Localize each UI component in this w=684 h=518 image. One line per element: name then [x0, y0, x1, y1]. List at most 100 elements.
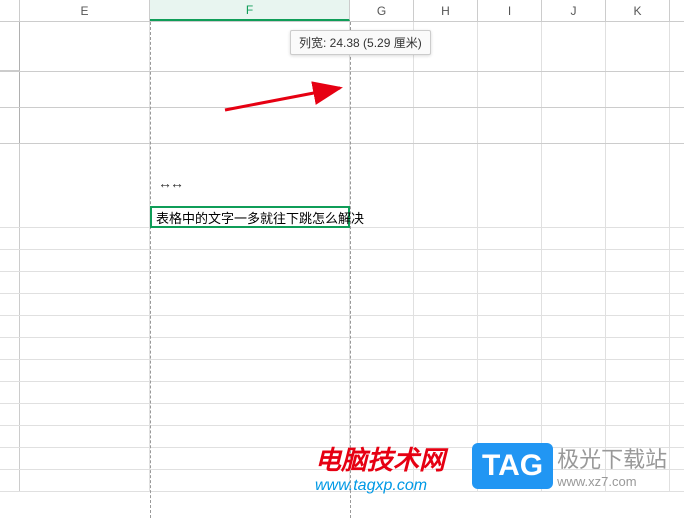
cell[interactable] — [150, 316, 350, 337]
cell[interactable] — [350, 404, 414, 425]
cell[interactable] — [350, 250, 414, 271]
cell[interactable] — [606, 404, 670, 425]
row-number[interactable] — [0, 228, 20, 249]
cell[interactable] — [20, 144, 150, 227]
row-number[interactable] — [0, 72, 20, 107]
cell[interactable] — [478, 250, 542, 271]
cell[interactable] — [478, 144, 542, 227]
cell[interactable] — [542, 108, 606, 143]
cell[interactable] — [414, 272, 478, 293]
cell[interactable] — [606, 22, 670, 71]
cell[interactable] — [150, 360, 350, 381]
cell[interactable] — [20, 228, 150, 249]
cell[interactable] — [20, 316, 150, 337]
cell[interactable] — [542, 272, 606, 293]
cell[interactable] — [350, 228, 414, 249]
col-header-K[interactable]: K — [606, 0, 670, 21]
row-number[interactable] — [0, 22, 20, 71]
col-header-F[interactable]: F — [150, 0, 350, 21]
cell[interactable] — [150, 228, 350, 249]
row-number[interactable] — [0, 144, 20, 227]
cell[interactable] — [478, 294, 542, 315]
cell[interactable] — [542, 360, 606, 381]
cell[interactable] — [478, 108, 542, 143]
corner-cell[interactable] — [0, 0, 20, 21]
row-number[interactable] — [0, 250, 20, 271]
active-cell[interactable]: 表格中的文字一多就往下跳怎么解决 — [150, 206, 350, 228]
cell[interactable] — [20, 404, 150, 425]
cell[interactable] — [542, 338, 606, 359]
row-number[interactable] — [0, 316, 20, 337]
cell[interactable] — [606, 294, 670, 315]
cell[interactable] — [606, 338, 670, 359]
cell[interactable] — [150, 382, 350, 403]
cell[interactable] — [20, 426, 150, 447]
cell[interactable] — [542, 228, 606, 249]
row-number[interactable] — [0, 382, 20, 403]
cell[interactable] — [150, 250, 350, 271]
cell[interactable] — [414, 72, 478, 107]
cell[interactable] — [414, 294, 478, 315]
cell[interactable] — [350, 72, 414, 107]
col-header-I[interactable]: I — [478, 0, 542, 21]
cell[interactable] — [20, 382, 150, 403]
cell[interactable] — [542, 72, 606, 107]
row-number[interactable] — [0, 338, 20, 359]
row-number[interactable] — [0, 426, 20, 447]
cell[interactable] — [542, 144, 606, 227]
col-header-H[interactable]: H — [414, 0, 478, 21]
cell[interactable] — [542, 382, 606, 403]
cell[interactable] — [20, 72, 150, 107]
cell[interactable] — [20, 294, 150, 315]
cell[interactable] — [478, 360, 542, 381]
cell[interactable] — [20, 470, 150, 491]
cell[interactable] — [542, 22, 606, 71]
cell[interactable] — [414, 360, 478, 381]
row-number[interactable] — [0, 404, 20, 425]
cell[interactable] — [20, 250, 150, 271]
row-number[interactable] — [0, 272, 20, 293]
cell[interactable] — [414, 250, 478, 271]
cell[interactable] — [542, 404, 606, 425]
cell[interactable] — [606, 72, 670, 107]
cell[interactable] — [150, 404, 350, 425]
cell[interactable] — [606, 108, 670, 143]
cell[interactable] — [478, 72, 542, 107]
row-number[interactable] — [0, 294, 20, 315]
cell[interactable] — [20, 108, 150, 143]
row-number[interactable] — [0, 108, 20, 143]
cell[interactable] — [20, 360, 150, 381]
cell[interactable] — [414, 228, 478, 249]
row-number[interactable] — [0, 360, 20, 381]
cell[interactable] — [350, 360, 414, 381]
cell[interactable] — [478, 228, 542, 249]
cell[interactable] — [478, 404, 542, 425]
cell[interactable] — [414, 404, 478, 425]
col-header-E[interactable]: E — [20, 0, 150, 21]
cell[interactable] — [478, 316, 542, 337]
cell[interactable] — [606, 272, 670, 293]
cell[interactable] — [150, 272, 350, 293]
cell[interactable] — [478, 272, 542, 293]
cell[interactable] — [350, 294, 414, 315]
cell[interactable] — [606, 316, 670, 337]
col-header-J[interactable]: J — [542, 0, 606, 21]
cell[interactable] — [414, 108, 478, 143]
row-number[interactable] — [0, 470, 20, 491]
cell[interactable] — [150, 338, 350, 359]
cell[interactable] — [542, 250, 606, 271]
cell[interactable] — [606, 382, 670, 403]
cell[interactable] — [606, 144, 670, 227]
cell[interactable] — [478, 22, 542, 71]
cell[interactable] — [606, 250, 670, 271]
col-header-G[interactable]: G — [350, 0, 414, 21]
cell[interactable] — [350, 338, 414, 359]
cell[interactable] — [350, 382, 414, 403]
cell[interactable] — [414, 382, 478, 403]
cell[interactable] — [20, 338, 150, 359]
cell[interactable] — [478, 338, 542, 359]
cell[interactable] — [478, 382, 542, 403]
cell[interactable] — [542, 294, 606, 315]
cell[interactable] — [414, 338, 478, 359]
cell[interactable] — [350, 272, 414, 293]
